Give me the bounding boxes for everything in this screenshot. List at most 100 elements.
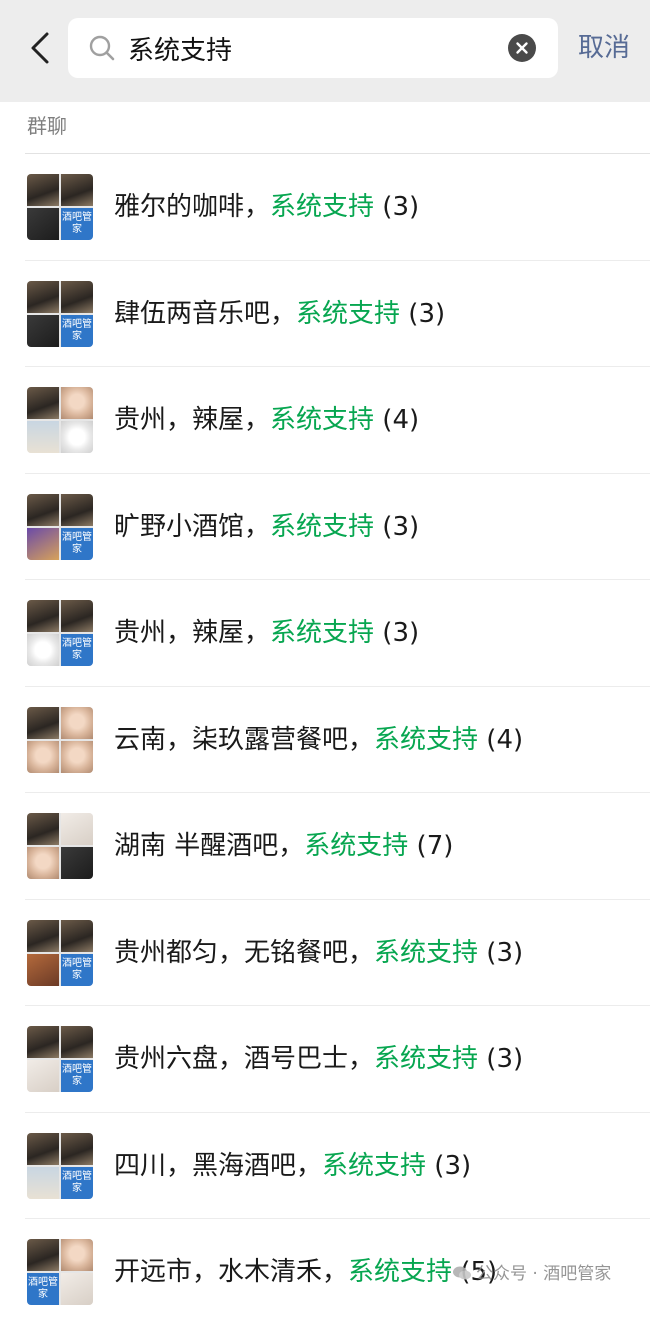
member-avatar-tile bbox=[61, 813, 93, 845]
member-avatar-tile bbox=[27, 919, 59, 952]
clear-icon bbox=[516, 42, 528, 54]
matched-keyword: 系统支持 bbox=[270, 192, 375, 222]
group-name: 湖南 半醒酒吧， bbox=[114, 831, 305, 861]
matched-keyword: 系统支持 bbox=[374, 724, 479, 755]
chat-result-row[interactable]: 酒吧管家 四川，黑海酒吧，系统支持 (3) bbox=[0, 1113, 650, 1220]
member-avatar-tile bbox=[27, 1026, 59, 1058]
matched-keyword: 系统支持 bbox=[270, 405, 375, 435]
member-avatar-tile bbox=[61, 919, 93, 952]
chat-result-title: 开远市，水木清禾，系统支持 (5) bbox=[114, 1255, 497, 1289]
search-box[interactable] bbox=[68, 18, 558, 78]
member-avatar-tile bbox=[61, 706, 93, 739]
badge-logo: 酒吧管家 bbox=[27, 1273, 59, 1305]
member-avatar-tile bbox=[61, 493, 93, 526]
group-avatar: 酒吧管家 bbox=[27, 1239, 93, 1305]
member-avatar-tile bbox=[27, 387, 59, 419]
member-avatar-tile bbox=[27, 208, 59, 240]
matched-keyword: 系统支持 bbox=[348, 1257, 453, 1287]
chat-result-title: 云南，柒玖露营餐吧，系统支持 (4) bbox=[114, 723, 523, 757]
member-count: (3) bbox=[434, 1150, 472, 1181]
chat-result-row[interactable]: 酒吧管家 雅尔的咖啡，系统支持 (3) bbox=[0, 154, 650, 261]
member-avatar-tile bbox=[27, 1239, 59, 1271]
badge-logo: 酒吧管家 bbox=[61, 208, 93, 240]
member-avatar-tile bbox=[61, 280, 93, 313]
member-avatar-tile bbox=[61, 847, 93, 879]
member-avatar-tile bbox=[61, 1239, 93, 1271]
clear-search-button[interactable] bbox=[508, 34, 536, 62]
member-count: (4) bbox=[486, 724, 524, 755]
chevron-left-icon bbox=[31, 32, 49, 64]
member-avatar-tile bbox=[27, 280, 59, 313]
member-avatar-tile bbox=[61, 1273, 93, 1305]
chat-result-row[interactable]: 酒吧管家 贵州六盘，酒号巴士，系统支持 (3) bbox=[0, 1006, 650, 1113]
member-count: (3) bbox=[486, 937, 524, 968]
group-name: 四川，黑海酒吧， bbox=[114, 1150, 323, 1181]
group-avatar bbox=[27, 813, 93, 879]
chat-result-row[interactable]: 酒吧管家 贵州，辣屋，系统支持 (3) bbox=[0, 580, 650, 687]
member-avatar-tile bbox=[27, 421, 59, 453]
member-count: (3) bbox=[382, 618, 420, 648]
chat-result-row[interactable]: 云南，柒玖露营餐吧，系统支持 (4) bbox=[0, 687, 650, 794]
group-name: 肆伍两音乐吧， bbox=[114, 298, 297, 329]
search-bar: 取消 bbox=[0, 0, 650, 102]
member-avatar-tile bbox=[27, 706, 59, 739]
member-avatar-tile bbox=[27, 600, 59, 632]
group-avatar: 酒吧管家 bbox=[27, 280, 93, 347]
member-avatar-tile bbox=[27, 1132, 59, 1165]
chat-result-row[interactable]: 酒吧管家 肆伍两音乐吧，系统支持 (3) bbox=[0, 261, 650, 368]
search-icon bbox=[89, 35, 115, 61]
search-input[interactable] bbox=[128, 26, 498, 70]
member-count: (7) bbox=[416, 831, 454, 861]
chat-result-title: 肆伍两音乐吧，系统支持 (3) bbox=[114, 297, 445, 331]
chat-result-title: 四川，黑海酒吧，系统支持 (3) bbox=[114, 1149, 471, 1183]
group-avatar: 酒吧管家 bbox=[27, 493, 93, 560]
chat-result-row[interactable]: 贵州，辣屋，系统支持 (4) bbox=[0, 367, 650, 474]
group-avatar bbox=[27, 387, 93, 453]
badge-logo: 酒吧管家 bbox=[61, 314, 93, 347]
member-count: (3) bbox=[382, 192, 420, 222]
matched-keyword: 系统支持 bbox=[270, 511, 375, 542]
group-name: 开远市，水木清禾， bbox=[114, 1257, 349, 1287]
group-name: 旷野小酒馆， bbox=[114, 511, 271, 542]
chat-result-row[interactable]: 酒吧管家 旷野小酒馆，系统支持 (3) bbox=[0, 474, 650, 581]
member-avatar-tile bbox=[61, 387, 93, 419]
chat-result-title: 贵州六盘，酒号巴士，系统支持 (3) bbox=[114, 1042, 523, 1076]
badge-logo: 酒吧管家 bbox=[61, 1166, 93, 1199]
matched-keyword: 系统支持 bbox=[374, 1044, 479, 1074]
back-button[interactable] bbox=[20, 26, 60, 70]
member-avatar-tile bbox=[27, 527, 59, 560]
member-count: (3) bbox=[382, 511, 420, 542]
group-name: 云南，柒玖露营餐吧， bbox=[114, 724, 375, 755]
group-avatar: 酒吧管家 bbox=[27, 600, 93, 666]
chat-result-title: 贵州，辣屋，系统支持 (3) bbox=[114, 616, 419, 650]
group-name: 贵州六盘，酒号巴士， bbox=[114, 1044, 375, 1074]
group-avatar: 酒吧管家 bbox=[27, 919, 93, 986]
member-avatar-tile bbox=[27, 740, 59, 773]
chat-result-row[interactable]: 湖南 半醒酒吧，系统支持 (7) bbox=[0, 793, 650, 900]
group-avatar: 酒吧管家 bbox=[27, 1026, 93, 1092]
badge-logo: 酒吧管家 bbox=[61, 1060, 93, 1092]
member-avatar-tile bbox=[61, 174, 93, 206]
badge-logo: 酒吧管家 bbox=[61, 634, 93, 666]
badge-logo: 酒吧管家 bbox=[61, 953, 93, 986]
member-count: (3) bbox=[408, 298, 446, 329]
member-avatar-tile bbox=[27, 813, 59, 845]
chat-result-row[interactable]: 酒吧管家 贵州都匀，无铭餐吧，系统支持 (3) bbox=[0, 900, 650, 1007]
member-avatar-tile bbox=[27, 1060, 59, 1092]
group-name: 雅尔的咖啡， bbox=[114, 192, 271, 222]
member-avatar-tile bbox=[27, 634, 59, 666]
member-avatar-tile bbox=[27, 953, 59, 986]
chat-result-title: 贵州，辣屋，系统支持 (4) bbox=[114, 403, 419, 437]
section-title-group-chats: 群聊 bbox=[27, 114, 67, 138]
group-avatar: 酒吧管家 bbox=[27, 174, 93, 240]
group-name: 贵州，辣屋， bbox=[114, 618, 271, 648]
member-avatar-tile bbox=[27, 1166, 59, 1199]
member-avatar-tile bbox=[61, 740, 93, 773]
member-avatar-tile bbox=[27, 493, 59, 526]
matched-keyword: 系统支持 bbox=[322, 1150, 427, 1181]
wechat-icon bbox=[453, 1266, 471, 1280]
matched-keyword: 系统支持 bbox=[296, 298, 401, 329]
group-name: 贵州都匀，无铭餐吧， bbox=[114, 937, 375, 968]
member-avatar-tile bbox=[61, 600, 93, 632]
cancel-button[interactable]: 取消 bbox=[578, 30, 630, 66]
